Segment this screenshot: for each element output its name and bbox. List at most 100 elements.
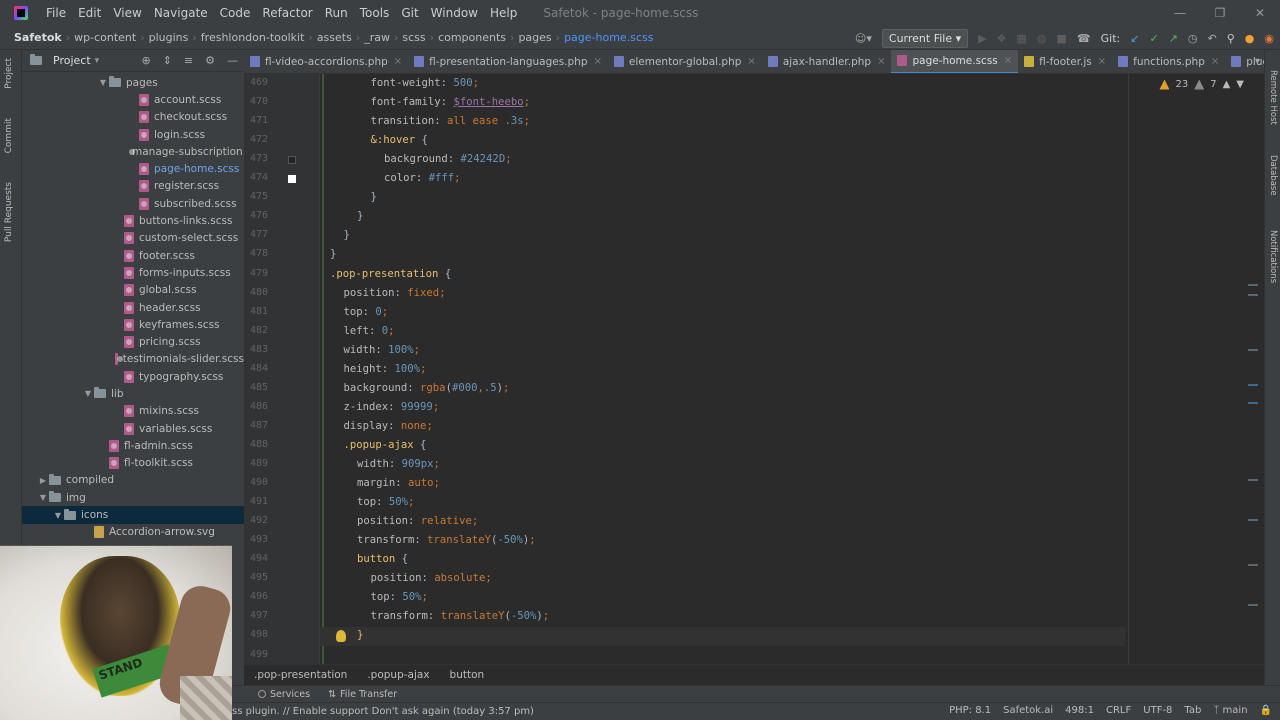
tree-file[interactable]: pricing.scss xyxy=(22,333,244,350)
tree-file[interactable]: header.scss xyxy=(22,299,244,316)
editor-breadcrumb-item[interactable]: .popup-ajax xyxy=(367,669,429,681)
tree-file[interactable]: typography.scss xyxy=(22,368,244,385)
close-tab-icon[interactable]: × xyxy=(1004,55,1012,66)
error-stripe[interactable] xyxy=(1248,274,1258,654)
project-view-select[interactable]: Project xyxy=(53,54,91,67)
editor-tab[interactable]: fl-footer.js × xyxy=(1018,50,1112,73)
editor-tab[interactable]: fl-presentation-languages.php × xyxy=(408,50,608,73)
tree-file[interactable]: manage-subscription.scss xyxy=(22,143,244,160)
editor-tab[interactable]: page-home.scss × xyxy=(891,50,1019,73)
code-line[interactable]: font-family: $font-heebo; xyxy=(371,96,531,108)
code-line[interactable]: &:hover { xyxy=(371,134,428,146)
tree-folder[interactable]: ▶ compiled xyxy=(22,472,244,489)
php-version[interactable]: PHP: 8.1 xyxy=(949,705,991,716)
breadcrumb-project[interactable]: Safetok xyxy=(10,31,66,44)
history-icon[interactable]: ◷ xyxy=(1188,32,1198,45)
code-line[interactable]: top: 50%; xyxy=(357,496,414,508)
caret-position[interactable]: 498:1 xyxy=(1065,705,1094,716)
code-line[interactable]: height: 100%; xyxy=(344,363,427,375)
updates-icon[interactable]: ● xyxy=(1245,32,1255,45)
status-message[interactable]: ss plugin. // Enable support Don't ask a… xyxy=(232,706,534,717)
breadcrumb-current-file[interactable]: page-home.scss xyxy=(560,31,657,44)
chevron-down-icon[interactable]: ▾ xyxy=(95,56,100,66)
run-icon[interactable]: ▶ xyxy=(978,32,986,45)
tree-file[interactable]: mixins.scss xyxy=(22,403,244,420)
code-editor[interactable]: 469 470 471 472 473 474 475 476 477 478 479 480 481 4… xyxy=(244,74,1264,664)
tree-file[interactable]: fl-admin.scss xyxy=(22,437,244,454)
tree-file[interactable]: fl-toolkit.scss xyxy=(22,455,244,472)
color-swatch-icon[interactable] xyxy=(288,156,296,164)
file-transfer-tool-tab[interactable]: ⇅ File Transfer xyxy=(328,689,397,700)
code-line[interactable]: button { xyxy=(357,553,408,565)
expand-all-icon[interactable]: ⇕ xyxy=(163,54,172,67)
breadcrumb-item[interactable]: pages xyxy=(514,31,555,44)
coverage-icon[interactable]: ▦ xyxy=(1017,32,1027,45)
menu-git[interactable]: Git xyxy=(395,0,424,26)
editor-tab[interactable]: elementor-global.php × xyxy=(608,50,762,73)
tree-file[interactable]: footer.scss xyxy=(22,247,244,264)
git-commit-icon[interactable]: ✓ xyxy=(1149,32,1158,45)
code-line[interactable]: margin: auto; xyxy=(357,477,440,489)
chevron-down-icon[interactable]: ▼ xyxy=(1236,79,1244,90)
gear-icon[interactable]: ⚙ xyxy=(205,54,215,67)
editor-tab[interactable]: fl-video-accordions.php × xyxy=(244,50,408,73)
search-icon[interactable]: ⚲ xyxy=(1227,32,1235,45)
menu-file[interactable]: File xyxy=(40,0,72,26)
code-line[interactable]: position: relative; xyxy=(357,515,478,527)
breadcrumb-item[interactable]: plugins xyxy=(145,31,193,44)
stop-icon[interactable]: ■ xyxy=(1057,32,1067,45)
breadcrumb-item[interactable]: freshlondon-toolkit xyxy=(197,31,309,44)
git-branch[interactable]: ᛉ main xyxy=(1213,705,1247,716)
chevron-up-icon[interactable]: ▲ xyxy=(1223,79,1231,90)
code-line[interactable]: top: 0; xyxy=(344,306,389,318)
locate-icon[interactable]: ⊕ xyxy=(141,54,150,67)
tree-file[interactable]: page-home.scss xyxy=(22,160,244,177)
file-encoding[interactable]: UTF-8 xyxy=(1143,705,1172,716)
code-line[interactable]: } xyxy=(330,248,336,260)
code-line[interactable]: font-weight: 500; xyxy=(371,77,479,89)
tree-file[interactable]: account.scss xyxy=(22,91,244,108)
breadcrumb-item[interactable]: _raw xyxy=(360,31,394,44)
close-tab-icon[interactable]: × xyxy=(1098,56,1106,67)
project-tool-tab[interactable]: Project xyxy=(4,58,14,89)
minimize-icon[interactable]: — xyxy=(1160,0,1200,26)
tree-folder[interactable]: ▼ icons xyxy=(22,506,244,524)
tree-folder[interactable]: ▼ img xyxy=(22,489,244,506)
tree-file[interactable]: forms-inputs.scss xyxy=(22,264,244,281)
code-line[interactable]: .pop-presentation { xyxy=(330,268,451,280)
code-line[interactable]: left: 0; xyxy=(344,325,395,337)
menu-window[interactable]: Window xyxy=(425,0,484,26)
tree-file[interactable]: register.scss xyxy=(22,178,244,195)
menu-code[interactable]: Code xyxy=(214,0,257,26)
chevron-down-icon[interactable]: ▼ xyxy=(52,511,64,520)
breadcrumb-item[interactable]: wp-content xyxy=(70,31,140,44)
code-line[interactable]: background: rgba(#000,.5); xyxy=(344,382,510,394)
chevron-down-icon[interactable]: ▼ xyxy=(82,389,94,398)
menu-refactor[interactable]: Refactor xyxy=(256,0,318,26)
rollback-icon[interactable]: ↶ xyxy=(1208,32,1217,45)
tree-file[interactable]: Accordion-arrow.svg xyxy=(22,524,244,541)
code-line[interactable]: } xyxy=(357,210,363,222)
services-tool-tab[interactable]: Services xyxy=(258,689,310,700)
tree-file[interactable]: checkout.scss xyxy=(22,109,244,126)
indent-setting[interactable]: Tab xyxy=(1184,705,1201,716)
code-line[interactable]: .popup-ajax { xyxy=(344,439,427,451)
run-configuration-select[interactable]: Current File ▾ xyxy=(881,28,969,48)
remote-host-tool-tab[interactable]: Remote Host xyxy=(1268,70,1278,125)
code-line[interactable]: background: #24242D; xyxy=(384,153,512,165)
phone-icon[interactable]: ☎ xyxy=(1077,32,1091,45)
tree-file[interactable]: variables.scss xyxy=(22,420,244,437)
close-tab-icon[interactable]: × xyxy=(594,56,602,67)
collapse-all-icon[interactable]: ≡ xyxy=(184,54,193,67)
chevron-down-icon[interactable]: ▼ xyxy=(37,493,49,502)
tree-file[interactable]: custom-select.scss xyxy=(22,230,244,247)
tree-file[interactable]: testimonials-slider.scss xyxy=(22,351,244,368)
git-update-icon[interactable]: ↙ xyxy=(1130,32,1139,45)
tree-file[interactable]: subscribed.scss xyxy=(22,195,244,212)
chevron-down-icon[interactable]: ▼ xyxy=(97,78,109,87)
editor-breadcrumb-item[interactable]: .pop-presentation xyxy=(254,669,347,681)
code-line[interactable]: position: absolute; xyxy=(371,572,492,584)
code-line[interactable]: transform: translateY(-50%); xyxy=(357,534,536,546)
hide-panel-icon[interactable]: — xyxy=(227,54,238,67)
tree-file[interactable]: buttons-links.scss xyxy=(22,212,244,229)
